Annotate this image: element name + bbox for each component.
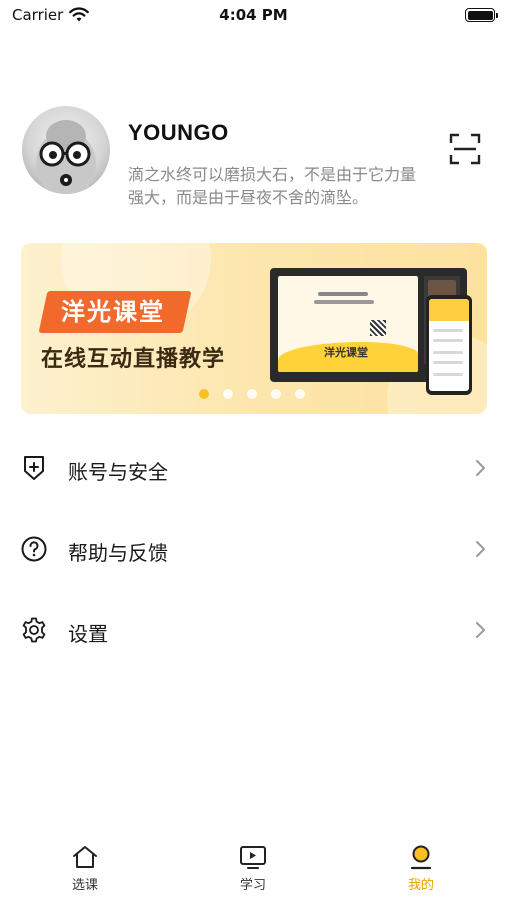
phone-illustration	[426, 295, 472, 395]
clock: 4:04 PM	[219, 6, 288, 24]
laptop-logo: 洋光课堂	[324, 346, 368, 359]
tab-study[interactable]: 学习	[208, 844, 298, 900]
pagination-dot[interactable]	[271, 389, 281, 399]
banner-slogan: 在线互动直播教学	[41, 347, 226, 372]
pagination-dot[interactable]	[247, 389, 257, 399]
tab-label: 我的	[407, 878, 434, 893]
tab-bar: 选课 学习 我的	[0, 836, 507, 900]
help-circle-icon	[21, 536, 47, 562]
chevron-right-icon	[476, 622, 485, 638]
chevron-right-icon	[476, 541, 485, 557]
menu-item-settings[interactable]: 设置	[0, 600, 507, 660]
tab-course-selection[interactable]: 选课	[40, 844, 130, 900]
menu-item-help-feedback[interactable]: 帮助与反馈	[0, 519, 507, 579]
status-bar: Carrier 4:04 PM	[0, 0, 507, 32]
banner-brand-label: 洋光课堂	[61, 298, 165, 326]
shield-plus-icon	[24, 456, 44, 480]
gear-icon	[22, 617, 46, 643]
promo-banner[interactable]: 洋光课堂 在线互动直播教学 洋光课堂	[21, 243, 487, 414]
pagination-dot[interactable]	[223, 389, 233, 399]
profile-motto: 滴之水终可以磨损大石，不是由于它力量强大，而是由于昼夜不舍的滴坠。	[128, 165, 417, 207]
menu-item-account-security[interactable]: 账号与安全	[0, 438, 507, 498]
banner-brand-tag: 洋光课堂	[38, 291, 192, 333]
username: YOUNGO	[128, 120, 229, 145]
user-icon	[410, 845, 432, 870]
qr-code-icon	[370, 320, 386, 336]
egg-mascot-icon	[36, 120, 96, 194]
tab-label: 选课	[71, 878, 98, 893]
chevron-right-icon	[476, 460, 485, 476]
menu-item-label: 设置	[68, 622, 108, 646]
pagination-dot-active[interactable]	[199, 389, 209, 399]
menu-item-label: 账号与安全	[68, 460, 168, 484]
menu-item-label: 帮助与反馈	[68, 541, 168, 565]
tab-mine[interactable]: 我的	[376, 844, 466, 900]
avatar[interactable]	[22, 106, 110, 194]
play-screen-icon	[240, 846, 266, 869]
battery-icon	[465, 8, 498, 22]
tab-label: 学习	[239, 878, 266, 893]
home-icon	[73, 846, 97, 868]
banner-pagination	[199, 389, 305, 399]
pagination-dot[interactable]	[295, 389, 305, 399]
scan-icon[interactable]	[448, 132, 482, 166]
